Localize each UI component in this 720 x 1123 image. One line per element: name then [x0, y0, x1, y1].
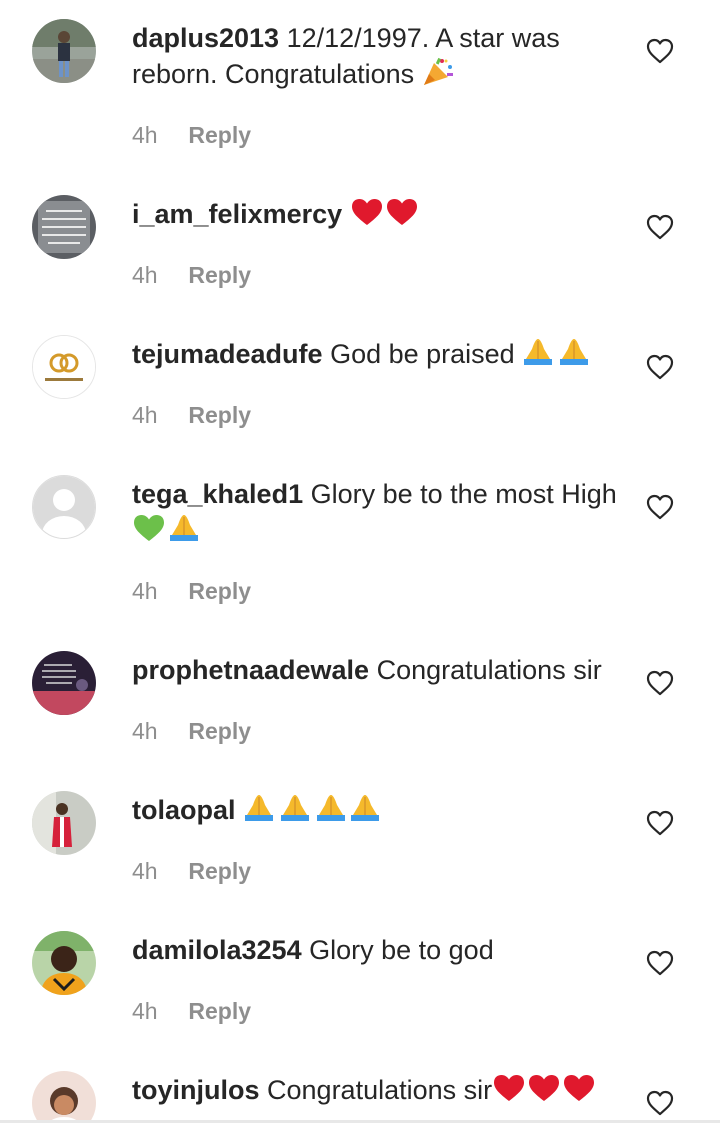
comment-text: tejumadeadufe God be praised: [132, 336, 622, 376]
comment-text: prophetnaadewale Congratulations sir: [132, 652, 622, 688]
comment-meta: 4h Reply: [132, 260, 251, 290]
comment-message: Congratulations sir: [267, 1075, 493, 1105]
comment-body: i_am_felixmercy: [132, 196, 622, 236]
comment-meta: 4h Reply: [132, 120, 251, 150]
reply-button[interactable]: Reply: [188, 120, 251, 150]
comment-body: toyinjulos Congratulations sir: [132, 1072, 622, 1112]
comment-time: 4h: [132, 262, 158, 288]
comment-meta: 4h Reply: [132, 716, 251, 746]
reply-button[interactable]: Reply: [188, 400, 251, 430]
like-heart-icon[interactable]: [646, 214, 674, 240]
praying-hands-icon: [522, 337, 592, 376]
comment-body: damilola3254 Glory be to god: [132, 932, 622, 968]
comment-username[interactable]: tega_khaled1: [132, 479, 303, 509]
reply-button[interactable]: Reply: [188, 856, 251, 886]
comment-list: daplus2013 12/12/1997. A star was reborn…: [0, 0, 720, 1123]
party-popper-icon: [422, 57, 454, 96]
comment-item: tolaopal 4h Reply: [0, 772, 720, 912]
comment-body: prophetnaadewale Congratulations sir: [132, 652, 622, 688]
comment-item: tejumadeadufe God be praised 4h Reply: [0, 316, 720, 456]
comment-message: Glory be to god: [309, 935, 494, 965]
comment-item: prophetnaadewale Congratulations sir 4h …: [0, 632, 720, 772]
comment-item: i_am_felixmercy 4h Reply: [0, 176, 720, 316]
comment-username[interactable]: prophetnaadewale: [132, 655, 369, 685]
comment-body: tega_khaled1 Glory be to the most High: [132, 476, 622, 552]
comment-meta: 4h Reply: [132, 996, 251, 1026]
praying-hands-icon: [243, 793, 383, 832]
comment-time: 4h: [132, 858, 158, 884]
reply-button[interactable]: Reply: [188, 576, 251, 606]
comment-message: God be praised: [330, 339, 515, 369]
comment-text: tolaopal: [132, 792, 622, 832]
reply-button[interactable]: Reply: [188, 996, 251, 1026]
like-heart-icon[interactable]: [646, 494, 674, 520]
comment-item: daplus2013 12/12/1997. A star was reborn…: [0, 0, 720, 176]
like-heart-icon[interactable]: [646, 354, 674, 380]
comment-text: daplus2013 12/12/1997. A star was reborn…: [132, 20, 622, 96]
comment-text: damilola3254 Glory be to god: [132, 932, 622, 968]
comment-meta: 4h Reply: [132, 400, 251, 430]
comment-item: tega_khaled1 Glory be to the most High 4…: [0, 456, 720, 632]
comment-time: 4h: [132, 718, 158, 744]
comment-text: toyinjulos Congratulations sir: [132, 1072, 622, 1112]
avatar[interactable]: [32, 791, 96, 855]
comment-item: damilola3254 Glory be to god 4h Reply: [0, 912, 720, 1052]
like-heart-icon[interactable]: [646, 950, 674, 976]
comment-message: Glory be to the most High: [310, 479, 617, 509]
red-hearts-icon: [350, 197, 420, 236]
avatar[interactable]: [32, 19, 96, 83]
comment-username[interactable]: i_am_felixmercy: [132, 199, 342, 229]
comment-username[interactable]: damilola3254: [132, 935, 302, 965]
comment-username[interactable]: tolaopal: [132, 795, 236, 825]
comment-username[interactable]: toyinjulos: [132, 1075, 260, 1105]
red-hearts-icon: [492, 1073, 596, 1112]
comment-time: 4h: [132, 122, 158, 148]
like-heart-icon[interactable]: [646, 810, 674, 836]
comment-text: tega_khaled1 Glory be to the most High: [132, 476, 622, 552]
like-heart-icon[interactable]: [646, 38, 674, 64]
avatar[interactable]: [32, 475, 96, 539]
comment-time: 4h: [132, 402, 158, 428]
avatar[interactable]: [32, 931, 96, 995]
comment-time: 4h: [132, 998, 158, 1024]
avatar[interactable]: [32, 1071, 96, 1123]
avatar[interactable]: [32, 651, 96, 715]
comment-body: daplus2013 12/12/1997. A star was reborn…: [132, 20, 622, 96]
like-heart-icon[interactable]: [646, 1090, 674, 1116]
comment-time: 4h: [132, 578, 158, 604]
comment-meta: 4h Reply: [132, 856, 251, 886]
comment-username[interactable]: tejumadeadufe: [132, 339, 323, 369]
reply-button[interactable]: Reply: [188, 260, 251, 290]
reply-button[interactable]: Reply: [188, 716, 251, 746]
like-heart-icon[interactable]: [646, 670, 674, 696]
avatar[interactable]: [32, 335, 96, 399]
comment-body: tejumadeadufe God be praised: [132, 336, 622, 376]
comment-message: Congratulations sir: [376, 655, 602, 685]
avatar[interactable]: [32, 195, 96, 259]
comment-meta: 4h Reply: [132, 576, 251, 606]
comment-item: toyinjulos Congratulations sir: [0, 1052, 720, 1123]
green-heart-praying-hands-icon: [132, 513, 200, 552]
comment-body: tolaopal: [132, 792, 622, 832]
comment-username[interactable]: daplus2013: [132, 23, 279, 53]
comment-text: i_am_felixmercy: [132, 196, 622, 236]
